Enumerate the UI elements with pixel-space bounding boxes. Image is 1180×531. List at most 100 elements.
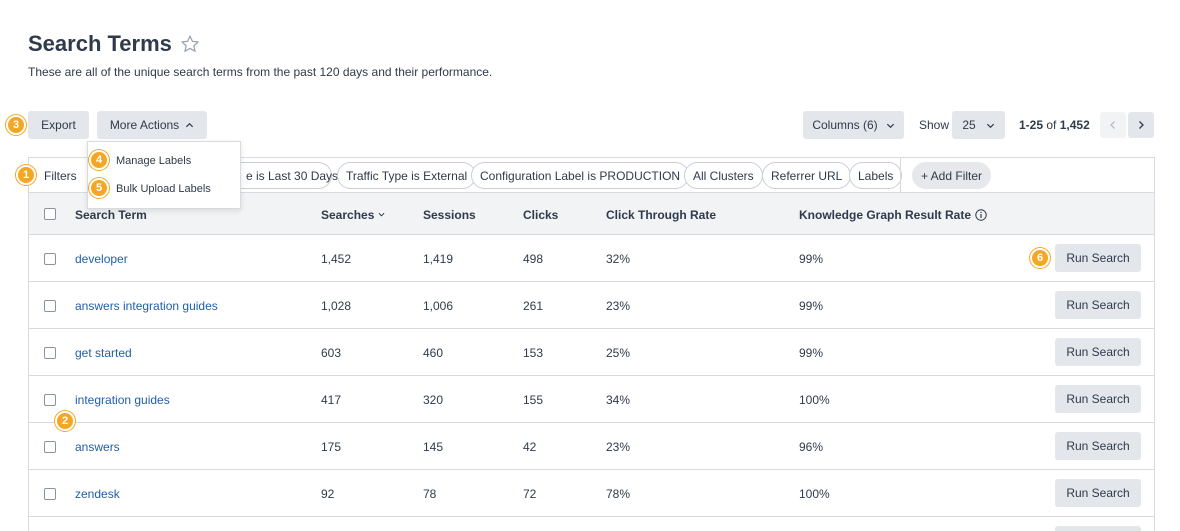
page-size-value: 25 [962, 118, 976, 132]
searches-value: 1,028 [321, 299, 352, 313]
ctr-value: 25% [606, 346, 631, 360]
show-label: Show [919, 118, 950, 132]
table-row [29, 517, 1154, 531]
filter-chip-traffic-type[interactable]: Traffic Type is External [337, 162, 477, 189]
column-searches-label: Searches [321, 208, 375, 222]
column-click-through-rate[interactable]: Click Through Rate [606, 208, 716, 222]
add-filter-button[interactable]: + Add Filter [912, 162, 992, 189]
searches-value: 92 [321, 487, 335, 501]
pager-total: 1,452 [1059, 118, 1090, 132]
run-search-button[interactable]: Run Search [1055, 291, 1141, 319]
column-search-term[interactable]: Search Term [75, 208, 147, 222]
pager-text: 1-25 of 1,452 [1019, 118, 1090, 132]
run-search-button[interactable]: Run Search [1055, 479, 1141, 507]
next-page-button[interactable] [1128, 112, 1154, 138]
filter-chip-referrer-url[interactable]: Referrer URL [762, 162, 852, 189]
page-size-select[interactable]: 25 [952, 111, 1005, 139]
kg-rate-value: 99% [799, 346, 824, 360]
filter-chip-date[interactable]: e is Last 30 Days [232, 162, 338, 189]
ctr-value: 23% [606, 440, 631, 454]
page-title-row: Search Terms [28, 31, 200, 57]
table-row: answers integration guides 1,028 1,006 2… [29, 282, 1154, 329]
searches-value: 175 [321, 440, 342, 454]
filter-chip-clusters[interactable]: All Clusters [684, 162, 763, 189]
export-label: Export [41, 118, 76, 132]
chevron-right-icon [1139, 121, 1144, 129]
run-search-button[interactable]: Run Search [1055, 244, 1141, 272]
column-kg-label: Knowledge Graph Result Rate [799, 208, 972, 222]
column-searches[interactable]: Searches [321, 208, 385, 222]
table-row: answers 175 145 42 23% 96% Run Search [29, 423, 1154, 470]
sessions-value: 1,419 [423, 252, 454, 266]
run-search-button[interactable]: Run Search [1055, 432, 1141, 460]
page-subtitle: These are all of the unique search terms… [28, 65, 493, 79]
search-term-link[interactable]: integration guides [75, 393, 170, 407]
ctr-value: 34% [606, 393, 631, 407]
searches-value: 417 [321, 393, 342, 407]
filter-chip-configuration-label[interactable]: Configuration Label is PRODUCTION [471, 162, 690, 189]
search-term-link[interactable]: developer [75, 252, 128, 266]
row-checkbox[interactable] [44, 347, 56, 359]
badge-5: 5 [89, 178, 109, 198]
previous-page-button[interactable] [1100, 112, 1126, 138]
kg-rate-value: 100% [799, 393, 830, 407]
star-icon[interactable] [180, 34, 200, 54]
row-checkbox[interactable] [44, 488, 56, 500]
kg-rate-value: 100% [799, 487, 830, 501]
menu-item-manage-labels[interactable]: Manage Labels [116, 155, 191, 167]
row-checkbox[interactable] [44, 253, 56, 265]
clicks-value: 153 [523, 346, 544, 360]
chevron-left-icon [1110, 121, 1115, 129]
ctr-value: 23% [606, 299, 631, 313]
search-term-link[interactable]: zendesk [75, 487, 120, 501]
row-checkbox[interactable] [44, 394, 56, 406]
export-button[interactable]: Export [28, 111, 89, 139]
row-checkbox[interactable] [44, 441, 56, 453]
ctr-value: 78% [606, 487, 631, 501]
chevron-down-icon [986, 123, 994, 128]
filters-label[interactable]: Filters [44, 169, 77, 183]
run-search-button[interactable]: Run Search [1055, 385, 1141, 413]
table-row: integration guides 417 320 155 34% 100% … [29, 376, 1154, 423]
clicks-value: 498 [523, 252, 544, 266]
columns-label: Columns (6) [812, 118, 878, 132]
sessions-value: 460 [423, 346, 444, 360]
filter-chip-labels[interactable]: Labels [849, 162, 903, 189]
table-row: get started 603 460 153 25% 99% Run Sear… [29, 329, 1154, 376]
ctr-value: 32% [606, 252, 631, 266]
search-term-link[interactable]: get started [75, 346, 132, 360]
search-terms-table: Search Term Searches Sessions Clicks Cli… [28, 192, 1155, 531]
chevron-up-icon [186, 122, 194, 127]
clicks-value: 155 [523, 393, 544, 407]
columns-button[interactable]: Columns (6) [803, 111, 904, 139]
column-knowledge-graph-result-rate[interactable]: Knowledge Graph Result Rate [799, 208, 987, 222]
row-checkbox[interactable] [44, 300, 56, 312]
table-row: developer 1,452 1,419 498 32% 99% Run Se… [29, 235, 1154, 282]
column-clicks[interactable]: Clicks [523, 208, 558, 222]
info-icon[interactable] [975, 209, 987, 221]
run-search-button[interactable]: Run Search [1055, 338, 1141, 366]
clicks-value: 261 [523, 299, 544, 313]
sessions-value: 320 [423, 393, 444, 407]
column-sessions[interactable]: Sessions [423, 208, 476, 222]
more-actions-label: More Actions [109, 118, 180, 132]
run-search-button[interactable] [1055, 526, 1141, 531]
more-actions-button[interactable]: More Actions [97, 111, 207, 139]
search-term-link[interactable]: answers [75, 440, 120, 454]
badge-3: 3 [6, 115, 26, 135]
badge-6: 6 [1030, 248, 1050, 268]
clicks-value: 42 [523, 440, 537, 454]
more-actions-menu: Manage Labels Bulk Upload Labels [87, 141, 241, 209]
pager-of: of [1043, 118, 1060, 132]
search-term-link[interactable]: answers integration guides [75, 299, 218, 313]
select-all-checkbox[interactable] [44, 208, 56, 220]
kg-rate-value: 99% [799, 299, 824, 313]
kg-rate-value: 96% [799, 440, 824, 454]
divider [900, 157, 901, 193]
table-row: zendesk 92 78 72 78% 100% Run Search [29, 470, 1154, 517]
clicks-value: 72 [523, 487, 537, 501]
menu-item-bulk-upload-labels[interactable]: Bulk Upload Labels [116, 183, 211, 195]
sessions-value: 78 [423, 487, 437, 501]
sessions-value: 1,006 [423, 299, 454, 313]
pager-range: 1-25 [1019, 118, 1044, 132]
